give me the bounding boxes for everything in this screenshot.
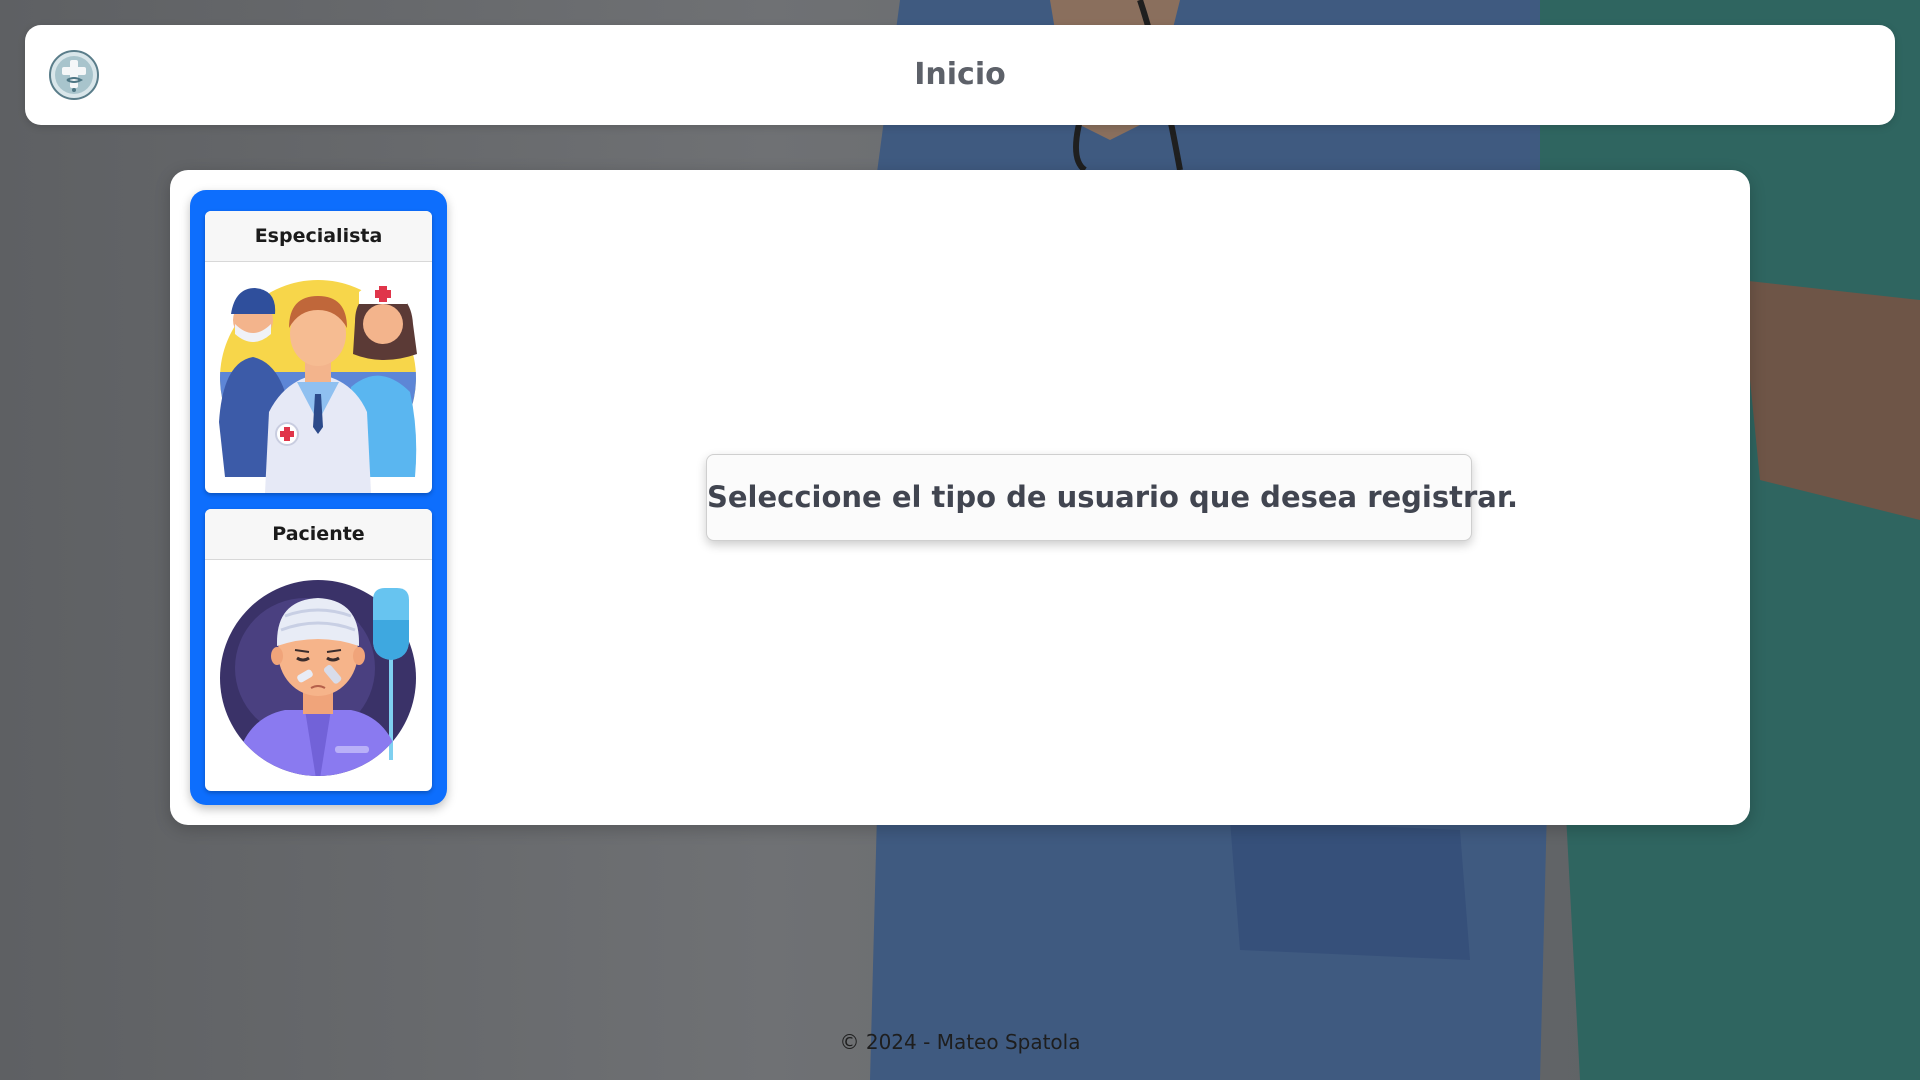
- user-type-selector: Especialista Paciente: [190, 190, 447, 805]
- card-title: Paciente: [205, 509, 432, 560]
- page-title: Inicio: [914, 57, 1006, 92]
- card-title: Especialista: [205, 211, 432, 262]
- top-navbar: Inicio: [25, 25, 1895, 125]
- instruction-message: Seleccione el tipo de usuario que desea …: [706, 454, 1518, 541]
- user-type-card-especialista[interactable]: Especialista: [205, 211, 432, 493]
- user-type-card-paciente[interactable]: Paciente: [205, 509, 432, 791]
- registration-panel: Especialista Paciente Seleccione el tipo…: [170, 170, 1750, 825]
- footer-copyright: © 2024 - Mateo Spatola: [839, 1030, 1081, 1054]
- medical-staff-icon: [205, 262, 432, 493]
- patient-icon: [205, 560, 432, 791]
